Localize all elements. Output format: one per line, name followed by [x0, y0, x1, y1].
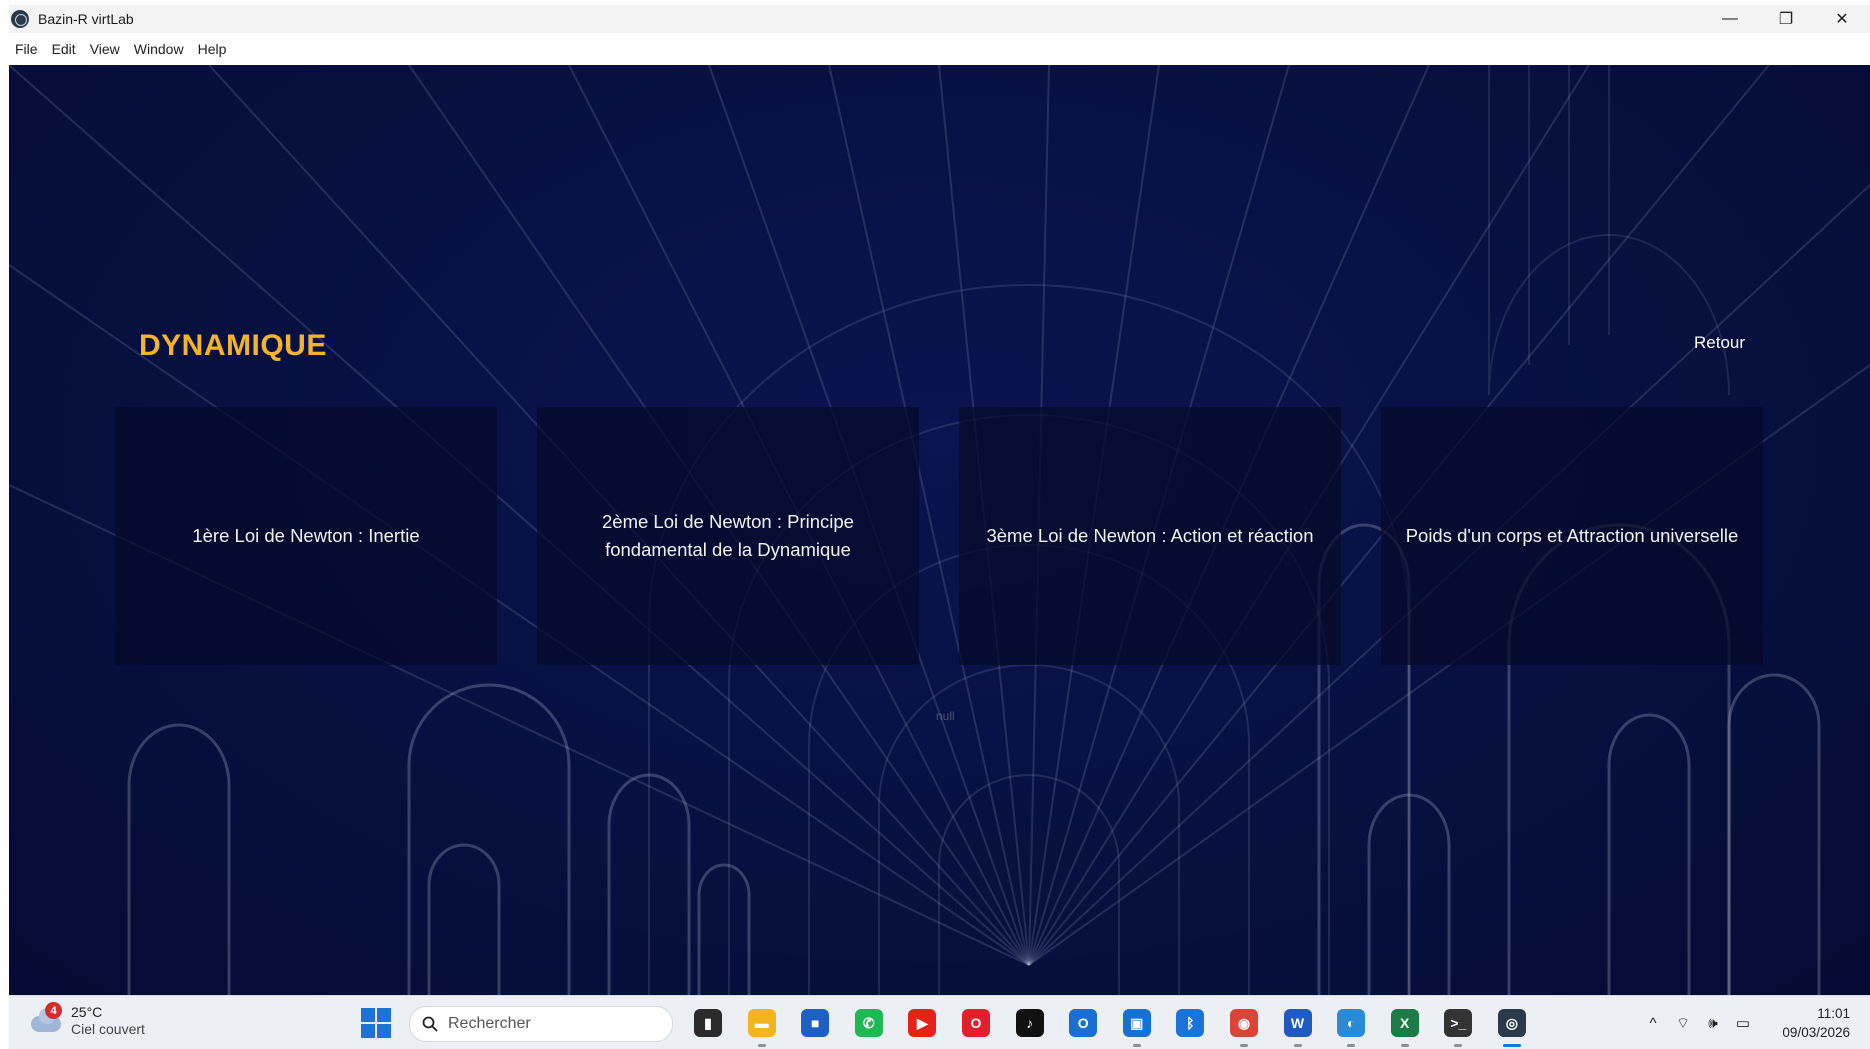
task-view-icon: ▮: [694, 1009, 722, 1037]
title-bar: Bazin-R virtLab — ❐ ✕: [9, 5, 1870, 33]
chrome-icon: ◉: [1229, 1009, 1258, 1037]
youtube-taskbar-button[interactable]: ▶: [903, 1004, 941, 1042]
clock-time: 11:01: [1817, 1006, 1850, 1021]
chevron-up-icon[interactable]: ^: [1639, 1009, 1667, 1037]
bluetooth-icon: ᛒ: [1176, 1009, 1205, 1037]
window-title: Bazin-R virtLab: [38, 11, 134, 27]
back-button[interactable]: Retour: [1694, 333, 1745, 353]
wifi-icon[interactable]: ⌔: [1669, 1009, 1697, 1037]
weather-temperature: 25°C: [71, 1004, 103, 1020]
menu-edit[interactable]: Edit: [45, 41, 83, 57]
excel-taskbar-button[interactable]: X: [1386, 1004, 1424, 1047]
file-explorer-icon: ▬: [747, 1009, 776, 1037]
whatsapp-icon: ✆: [854, 1009, 883, 1037]
tiktok-taskbar-button[interactable]: ♪: [1011, 1004, 1049, 1042]
excel-icon: X: [1390, 1009, 1419, 1037]
start-button[interactable]: [361, 1008, 391, 1038]
card-third-law-label: 3ème Loi de Newton : Action et réaction: [986, 525, 1314, 546]
terminal-icon: >_: [1444, 1009, 1473, 1037]
bluetooth-taskbar-button[interactable]: ᛒ: [1171, 1004, 1209, 1042]
clock[interactable]: 11:01 09/03/2026: [1782, 1004, 1850, 1042]
main-content: DYNAMIQUE Retour 1ère Loi de Newton : In…: [9, 65, 1870, 995]
remote-desktop-taskbar-button[interactable]: ▣: [1118, 1004, 1156, 1047]
page-title: DYNAMIQUE: [139, 329, 327, 362]
menu-view[interactable]: View: [83, 41, 127, 57]
card-first-law[interactable]: 1ère Loi de Newton : Inertie: [115, 407, 497, 665]
outlook-taskbar-button[interactable]: O: [1064, 1004, 1102, 1042]
weather-description: Ciel couvert: [71, 1021, 145, 1037]
outlook-icon: O: [1069, 1009, 1098, 1037]
null-text: null: [936, 709, 955, 723]
whatsapp-taskbar-button[interactable]: ✆: [850, 1004, 888, 1042]
tiktok-icon: ♪: [1015, 1009, 1044, 1037]
word-icon: W: [1283, 1009, 1312, 1037]
word-taskbar-button[interactable]: W: [1279, 1004, 1317, 1047]
system-tray: ^ ⌔ 🕪 ▭: [1639, 1006, 1759, 1040]
virtlab-icon: ◎: [1497, 1009, 1526, 1037]
app-blue-taskbar-button[interactable]: ◐: [1332, 1004, 1370, 1047]
chrome-taskbar-button[interactable]: ◉: [1225, 1004, 1263, 1047]
card-second-law[interactable]: 2ème Loi de Newton : Principe fondamenta…: [537, 407, 919, 665]
notification-badge: 4: [45, 1002, 62, 1019]
search-input[interactable]: Rechercher: [409, 1006, 673, 1042]
task-view-taskbar-button[interactable]: ▮: [689, 1004, 727, 1042]
remote-desktop-icon: ▣: [1122, 1009, 1151, 1037]
close-button[interactable]: ✕: [1814, 5, 1870, 33]
maximize-button[interactable]: ❐: [1758, 5, 1814, 33]
microsoft-store-icon: ■: [801, 1009, 830, 1037]
card-weight-gravitation-label: Poids d'un corps et Attraction universel…: [1405, 525, 1739, 546]
card-third-law[interactable]: 3ème Loi de Newton : Action et réaction: [959, 407, 1341, 665]
card-first-law-label: 1ère Loi de Newton : Inertie: [192, 525, 420, 546]
virtlab-taskbar-button[interactable]: ◎: [1493, 1004, 1531, 1047]
menu-window[interactable]: Window: [127, 41, 191, 57]
clock-date: 09/03/2026: [1782, 1025, 1850, 1040]
search-icon: [422, 1016, 438, 1032]
card-weight-gravitation[interactable]: Poids d'un corps et Attraction universel…: [1381, 407, 1763, 665]
search-placeholder: Rechercher: [448, 1015, 531, 1032]
microsoft-store-taskbar-button[interactable]: ■: [796, 1004, 834, 1042]
menu-bar: File Edit View Window Help: [9, 33, 1870, 65]
opera-icon: O: [961, 1009, 990, 1037]
window-controls: — ❐ ✕: [1702, 5, 1870, 33]
terminal-taskbar-button[interactable]: >_: [1439, 1004, 1477, 1047]
card-second-law-label: 2ème Loi de Newton : Principe fondamenta…: [602, 511, 854, 560]
taskbar-apps: ▮ ▬ ■ ✆ ▶ O ♪ O ▣ ᛒ ◉ W ◐ X >_ ◎: [689, 1004, 1547, 1047]
weather-widget[interactable]: 4 25°C Ciel couvert: [29, 1002, 145, 1038]
volume-icon[interactable]: 🕪: [1699, 1009, 1727, 1037]
minimize-button[interactable]: —: [1702, 5, 1758, 33]
cloud-icon: 4: [29, 1002, 63, 1036]
app-blue-icon: ◐: [1337, 1009, 1366, 1037]
battery-icon[interactable]: ▭: [1729, 1009, 1757, 1037]
menu-help[interactable]: Help: [191, 41, 234, 57]
opera-taskbar-button[interactable]: O: [957, 1004, 995, 1042]
app-icon: [11, 10, 29, 28]
taskbar: 4 25°C Ciel couvert Rechercher ▮ ▬ ■ ✆ ▶ O ♪ O ▣…: [9, 995, 1870, 1049]
file-explorer-taskbar-button[interactable]: ▬: [743, 1004, 781, 1047]
youtube-icon: ▶: [908, 1009, 937, 1037]
menu-file[interactable]: File: [9, 41, 45, 57]
